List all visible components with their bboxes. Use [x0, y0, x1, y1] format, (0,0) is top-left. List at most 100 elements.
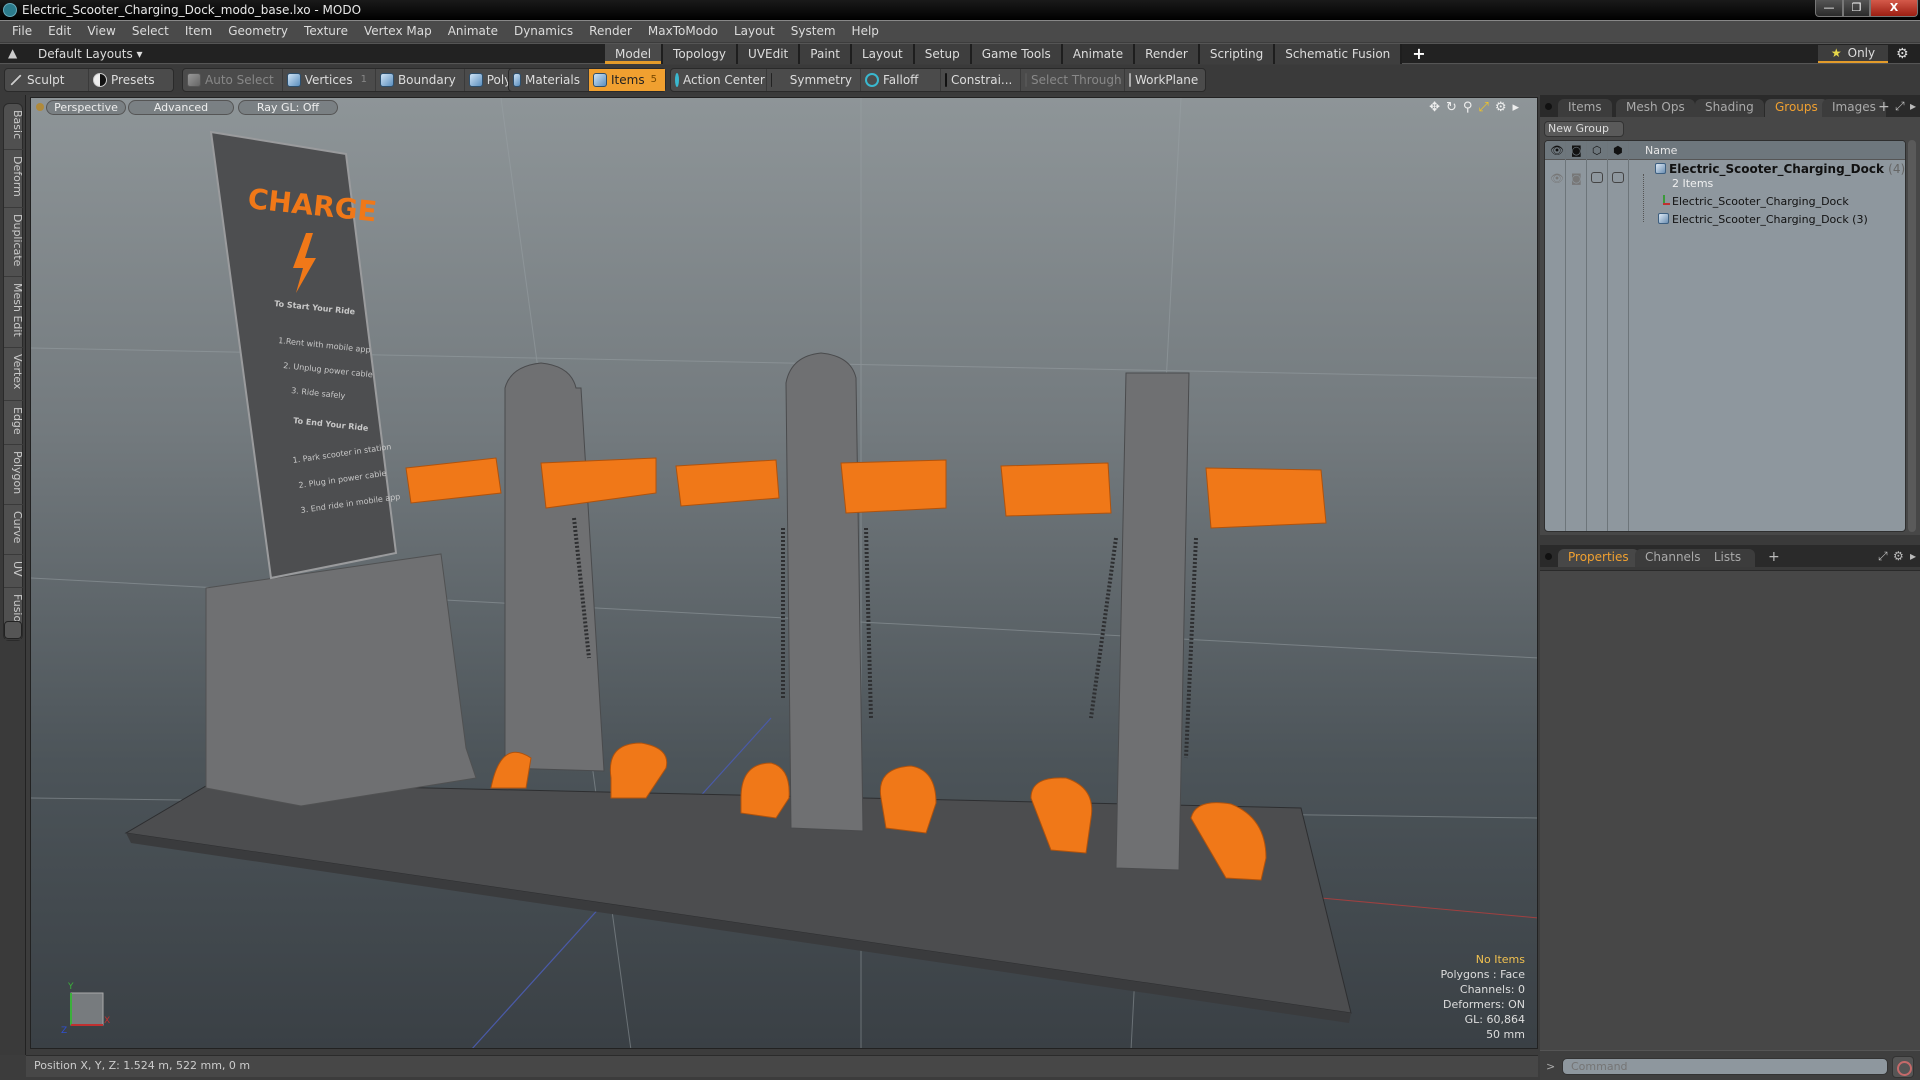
group-lock-toggle[interactable]	[1591, 172, 1603, 183]
menu-maxtomodo[interactable]: MaxToModo	[640, 21, 726, 42]
constraints-button[interactable]: Constrai...	[941, 69, 1021, 91]
palette-tab-uv[interactable]: UV	[4, 555, 24, 588]
expand-arrow-icon[interactable]: ▸	[1512, 100, 1519, 115]
tab-model[interactable]: Model	[605, 44, 664, 64]
symmetry-button[interactable]: Symmetry	[767, 69, 861, 91]
zoom-icon[interactable]: ⚲	[1463, 100, 1473, 115]
menu-help[interactable]: Help	[844, 21, 887, 42]
tab-groups[interactable]: Groups	[1765, 99, 1828, 117]
menu-dynamics[interactable]: Dynamics	[506, 21, 581, 42]
palette-tab-edge[interactable]: Edge	[4, 401, 24, 446]
select-column-icon[interactable]: ⬢	[1613, 144, 1623, 157]
panel-gear-icon[interactable]: ⚙	[1893, 549, 1904, 563]
command-input[interactable]	[1562, 1058, 1888, 1075]
pan-icon[interactable]: ✥	[1429, 100, 1440, 115]
items-button[interactable]: Items 5	[589, 69, 665, 91]
group-row[interactable]: Electric_Scooter_Charging_Dock (4) : ...	[1655, 162, 1905, 176]
panel-menu-dot[interactable]	[1545, 553, 1552, 560]
tab-layout[interactable]: Layout	[851, 44, 915, 64]
panel-arrow-icon[interactable]: ▸	[1910, 99, 1916, 113]
panel-arrow-icon[interactable]: ▸	[1910, 549, 1916, 563]
menu-animate[interactable]: Animate	[440, 21, 506, 42]
group-child-mesh[interactable]: Electric_Scooter_Charging_Dock (3)	[1658, 213, 1868, 226]
tab-setup[interactable]: Setup	[914, 44, 972, 64]
palette-tab-polygon[interactable]: Polygon	[4, 445, 24, 506]
palette-tab-curve[interactable]: Curve	[4, 505, 24, 555]
group-child-locator[interactable]: Electric_Scooter_Charging_Dock	[1658, 195, 1849, 208]
minimize-button[interactable]: —	[1815, 0, 1843, 17]
select-through-button[interactable]: Select Through	[1021, 69, 1125, 91]
group-render-toggle[interactable]: ◙	[1571, 172, 1582, 185]
maximize-button[interactable]: ❐	[1843, 0, 1870, 17]
add-layout-tab-button[interactable]: +	[1402, 44, 1435, 64]
layout-up-arrow-icon[interactable]: ▲	[8, 46, 17, 60]
tab-game-tools[interactable]: Game Tools	[971, 44, 1063, 64]
palette-tab-duplicate[interactable]: Duplicate	[4, 208, 24, 278]
menu-render[interactable]: Render	[581, 21, 640, 42]
tab-lists[interactable]: Lists	[1700, 549, 1755, 567]
default-layouts-dropdown[interactable]: Default Layouts ▾	[38, 47, 143, 61]
workplane-button[interactable]: WorkPlane	[1125, 69, 1205, 91]
sculpt-button[interactable]: Sculpt	[5, 69, 89, 91]
materials-button[interactable]: Materials	[509, 69, 589, 91]
falloff-button[interactable]: Falloff	[861, 69, 941, 91]
vertices-button[interactable]: Vertices 1	[283, 69, 376, 91]
tab-paint[interactable]: Paint	[800, 44, 852, 64]
tab-mesh-ops[interactable]: Mesh Ops	[1616, 99, 1695, 117]
palette-tab-mesh-edit[interactable]: Mesh Edit	[4, 277, 24, 349]
record-macro-button[interactable]	[1892, 1056, 1914, 1078]
tab-animate[interactable]: Animate	[1062, 44, 1136, 64]
rotate-icon[interactable]: ↻	[1446, 100, 1457, 115]
menu-layout[interactable]: Layout	[726, 21, 783, 42]
action-group: Action Center Symmetry Falloff Constrai.…	[670, 68, 1206, 92]
menu-item[interactable]: Item	[177, 21, 220, 42]
view-mode-button[interactable]: Perspective	[46, 100, 126, 115]
viewport-gear-icon[interactable]: ⚙	[1495, 100, 1507, 115]
menu-view[interactable]: View	[79, 21, 123, 42]
only-button[interactable]: ★ Only	[1818, 45, 1888, 63]
menu-system[interactable]: System	[783, 21, 844, 42]
3d-viewport[interactable]: CHARGE To Start Your Ride 1.Rent with mo…	[30, 97, 1538, 1049]
tab-uvedit[interactable]: UVEdit	[738, 44, 801, 64]
group-select-toggle[interactable]	[1612, 172, 1624, 183]
group-visibility-toggle[interactable]: 👁	[1550, 172, 1564, 185]
gear-icon[interactable]: ⚙	[1896, 46, 1909, 62]
groups-scrollbar[interactable]	[1908, 140, 1916, 532]
panel-menu-dot[interactable]	[1545, 103, 1552, 110]
action-center-button[interactable]: Action Center	[671, 69, 767, 91]
new-group-button[interactable]: New Group	[1544, 121, 1624, 137]
palette-tab-deform[interactable]: Deform	[4, 150, 24, 209]
auto-select-button[interactable]: Auto Select	[183, 69, 283, 91]
palette-toggle-button[interactable]	[4, 621, 22, 639]
tab-schematic-fusion[interactable]: Schematic Fusion	[1275, 44, 1403, 64]
menu-geometry[interactable]: Geometry	[220, 21, 296, 42]
menu-edit[interactable]: Edit	[40, 21, 79, 42]
palette-tab-basic[interactable]: Basic	[4, 104, 24, 151]
ray-gl-button[interactable]: Ray GL: Off	[238, 100, 338, 115]
menu-texture[interactable]: Texture	[296, 21, 356, 42]
palette-tab-vertex[interactable]: Vertex	[4, 348, 24, 401]
tab-render[interactable]: Render	[1135, 44, 1200, 64]
tab-shading[interactable]: Shading	[1695, 99, 1764, 117]
tab-items[interactable]: Items	[1558, 99, 1612, 117]
add-tab-button[interactable]: +	[1758, 549, 1790, 567]
fit-icon[interactable]: ⤢	[1478, 100, 1488, 115]
maximize-panel-icon[interactable]: ⤢	[1878, 549, 1888, 564]
maximize-panel-icon[interactable]: ⤢	[1895, 99, 1905, 114]
boundary-button[interactable]: Boundary	[376, 69, 465, 91]
tab-properties[interactable]: Properties	[1558, 549, 1639, 567]
tab-scripting[interactable]: Scripting	[1199, 44, 1276, 64]
visibility-column-icon[interactable]: 👁	[1550, 144, 1564, 157]
menu-file[interactable]: File	[0, 21, 40, 42]
presets-button[interactable]: Presets	[89, 69, 173, 91]
menu-select[interactable]: Select	[124, 21, 177, 42]
status-bar: Position X, Y, Z: 1.524 m, 522 mm, 0 m	[26, 1055, 1538, 1077]
close-button[interactable]: X	[1870, 0, 1918, 17]
viewport-menu-dot[interactable]	[36, 103, 44, 111]
lock-column-icon[interactable]: ⬡	[1592, 144, 1602, 157]
advanced-button[interactable]: Advanced	[128, 100, 234, 115]
tab-topology[interactable]: Topology	[663, 44, 739, 64]
render-column-icon[interactable]: ◙	[1571, 144, 1582, 157]
name-column-header[interactable]: Name	[1645, 144, 1677, 157]
menu-vertex-map[interactable]: Vertex Map	[356, 21, 440, 42]
